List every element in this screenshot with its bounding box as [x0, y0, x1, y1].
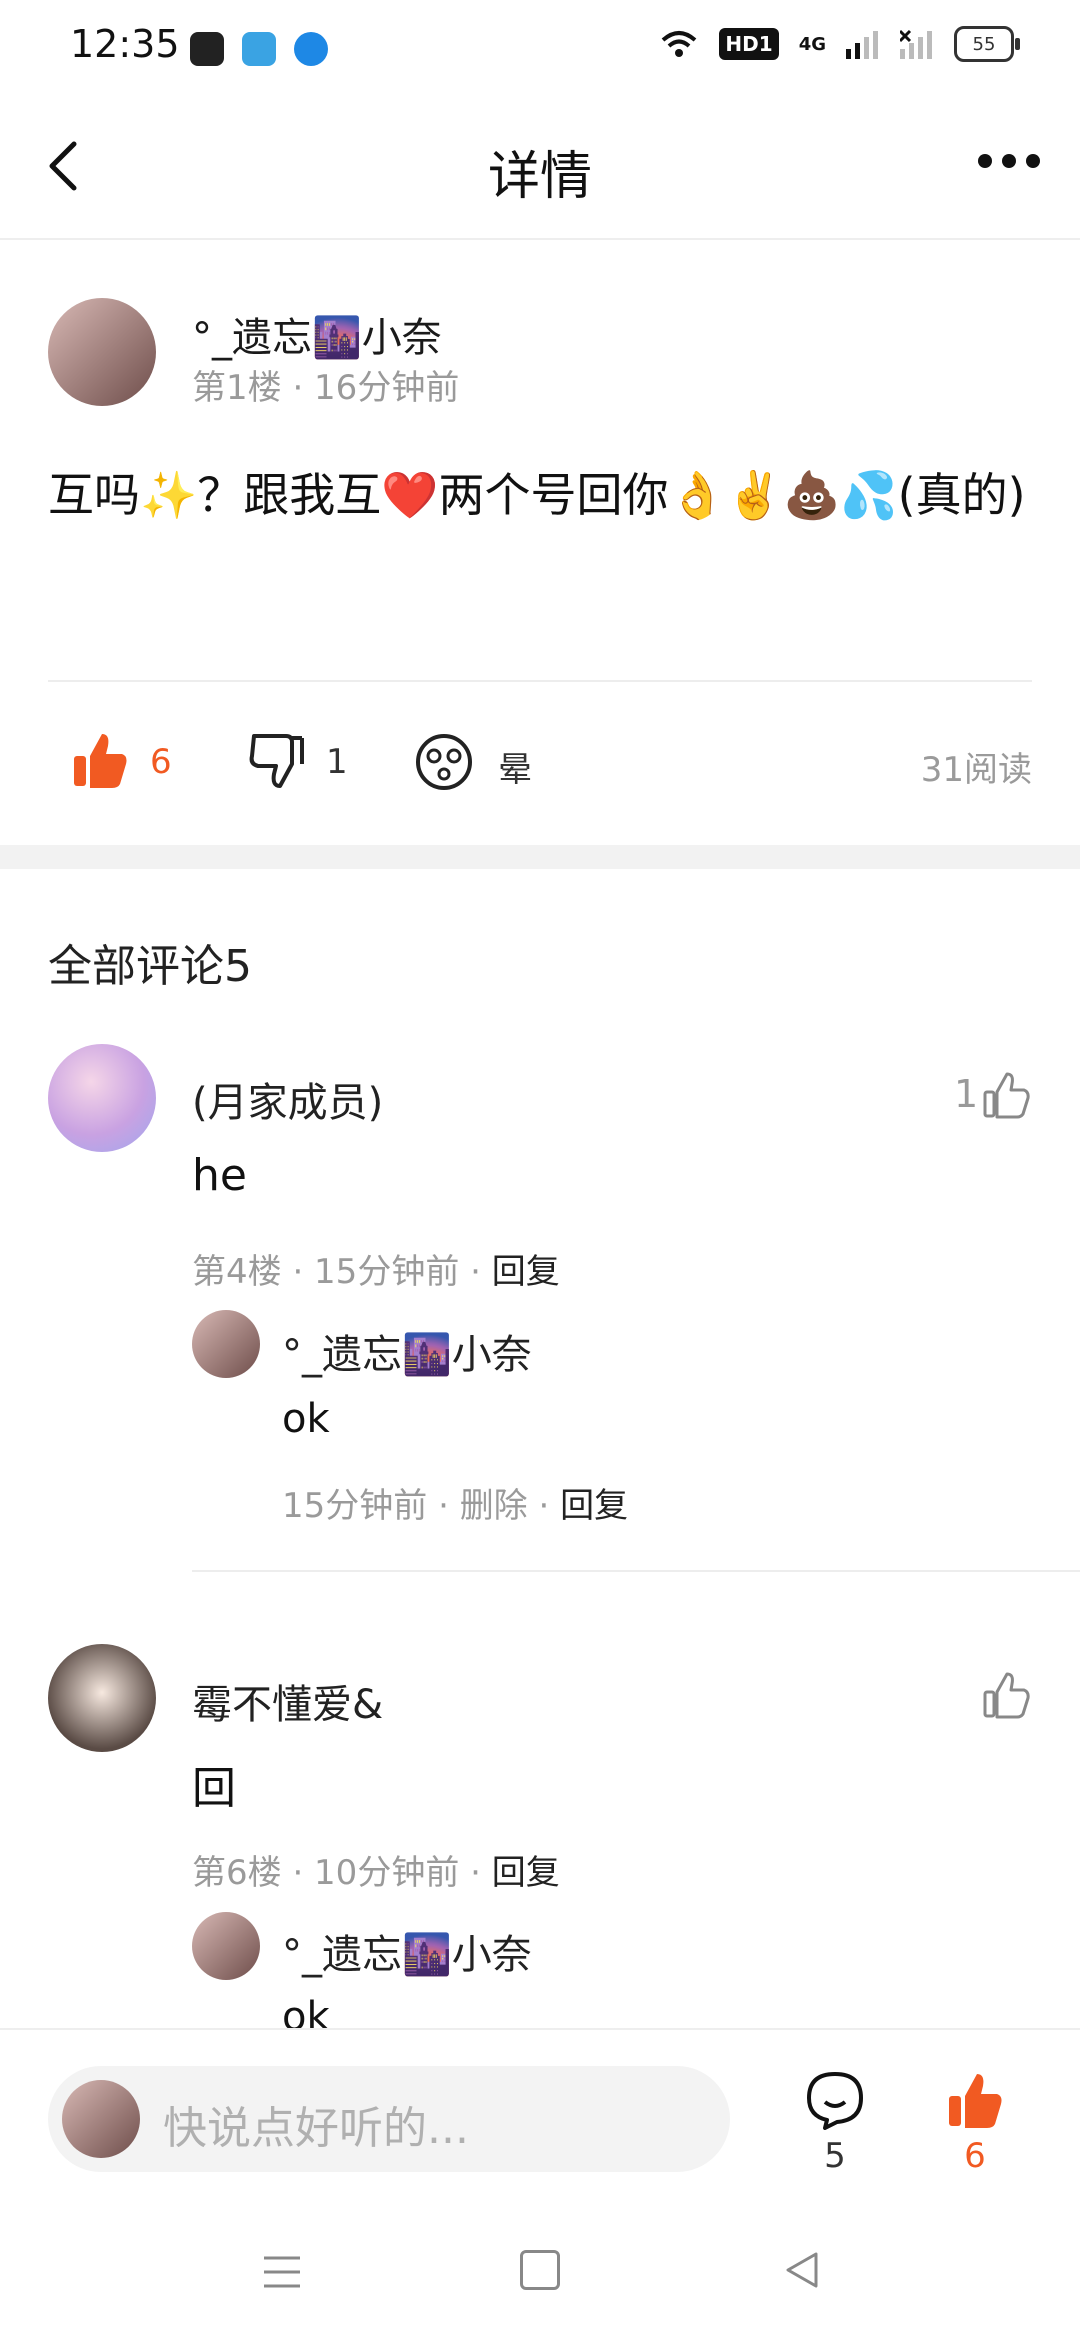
more-options-icon[interactable]	[978, 154, 1040, 168]
battery-icon: 55	[954, 26, 1020, 62]
meta-separator: ·	[527, 1486, 561, 1526]
menu-icon[interactable]	[262, 2252, 302, 2292]
comment-input-bar: 快说点好听的... 5 6	[0, 2028, 1080, 2200]
commenter-name[interactable]: 霉不懂爱&	[192, 1672, 383, 1730]
reply-button[interactable]: 回复	[492, 1252, 560, 1292]
system-icons: HD1 4G 55	[659, 26, 1020, 62]
comment-text: 回	[192, 1763, 236, 1814]
reply-author-name[interactable]: °_遗忘🌆小奈	[282, 1322, 532, 1380]
post-like-count: 6	[150, 742, 172, 782]
wifi-icon	[662, 31, 697, 57]
top-app-bar: 详情	[0, 96, 1080, 240]
reply-author-name[interactable]: °_遗忘🌆小奈	[282, 1922, 532, 1980]
reply-meta: 15分钟前 · 删除 · 回复	[282, 1478, 628, 1527]
reply-button[interactable]: 回复	[492, 1853, 560, 1893]
divider	[48, 680, 1032, 682]
reaction-label: 晕	[498, 750, 532, 790]
app-notification-icon	[294, 32, 328, 66]
comment-like-icon[interactable]	[982, 1070, 1032, 1120]
comment-input[interactable]: 快说点好听的...	[48, 2066, 730, 2172]
network-label: 4G	[798, 33, 826, 55]
comment-like-count: 1	[954, 1072, 979, 1116]
commenter-name[interactable]: (月家成员)	[192, 1070, 383, 1128]
comment-like-icon[interactable]	[982, 1670, 1032, 1720]
telegram-icon	[242, 32, 276, 66]
hd-badge: HD1	[719, 28, 779, 60]
dizzy-face-icon[interactable]	[414, 732, 474, 792]
system-navigation-bar	[0, 2198, 1080, 2340]
status-bar: 12:35 HD1 4G 55	[0, 0, 1080, 96]
wechat-icon	[190, 32, 224, 66]
comment-count: 5	[824, 2136, 846, 2176]
reply-text: ok	[282, 1396, 330, 1442]
comment-meta: 第4楼 · 15分钟前 · 回复	[192, 1244, 560, 1293]
comment-text: he	[192, 1150, 247, 1201]
reply-button[interactable]: 回复	[560, 1486, 628, 1526]
commenter-avatar[interactable]	[48, 1644, 156, 1752]
commenter-avatar[interactable]	[48, 1044, 156, 1152]
post-dislike-count: 1	[326, 742, 348, 782]
thumbs-up-icon[interactable]	[945, 2070, 1005, 2130]
read-count: 31阅读	[920, 750, 1032, 790]
signal-icon	[846, 31, 878, 59]
post-author-name[interactable]: °_遗忘🌆小奈	[192, 305, 442, 363]
divider	[192, 1570, 1080, 1572]
current-user-avatar	[62, 2080, 140, 2158]
home-icon[interactable]	[520, 2250, 560, 2290]
clock: 12:35	[70, 22, 180, 66]
comment-meta: 第6楼 · 10分钟前 · 回复	[192, 1845, 560, 1894]
post-content: 互吗✨？跟我互❤️两个号回你👌✌️💩💦(真的)	[48, 468, 1026, 522]
reply-avatar[interactable]	[192, 1912, 260, 1980]
thumbs-down-icon[interactable]	[246, 730, 306, 790]
comment-floor-time: 第6楼 · 10分钟前 ·	[192, 1853, 492, 1893]
thumbs-up-icon[interactable]	[70, 730, 130, 790]
reply-time: 15分钟前 ·	[282, 1486, 460, 1526]
post-meta: 第1楼 · 16分钟前	[192, 368, 460, 408]
comment-icon[interactable]	[805, 2070, 865, 2130]
section-separator	[0, 845, 1080, 869]
page-title: 详情	[487, 147, 592, 207]
signal-no-service-icon	[900, 29, 932, 59]
delete-button[interactable]: 删除	[460, 1486, 528, 1526]
comment-input-placeholder: 快说点好听的...	[163, 2103, 469, 2154]
reply-avatar[interactable]	[192, 1310, 260, 1378]
nav-back-icon[interactable]	[782, 2250, 822, 2290]
comment-floor-time: 第4楼 · 15分钟前 ·	[192, 1252, 492, 1292]
post-author-avatar[interactable]	[48, 298, 156, 406]
comments-title: 全部评论5	[48, 941, 252, 992]
post-action-row: 6 1 晕 31阅读	[0, 730, 1080, 800]
like-count: 6	[964, 2136, 986, 2176]
